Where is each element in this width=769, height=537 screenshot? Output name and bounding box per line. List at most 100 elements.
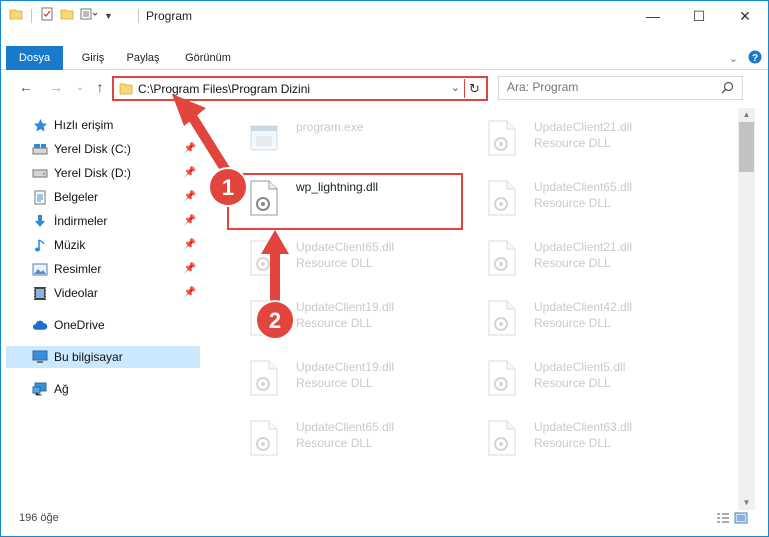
dll-file-icon (486, 180, 518, 216)
file-item[interactable]: UpdateClient65.dll Resource DLL (228, 412, 464, 464)
file-name: UpdateClient42.dll (534, 300, 633, 314)
explorer-window: ▼ Program — ☐ ✕ Dosya Giriş Paylaş Görün… (0, 0, 769, 537)
file-item[interactable]: UpdateClient42.dll Resource DLL (466, 292, 702, 344)
back-arrow-icon[interactable]: ← (17, 78, 35, 96)
file-item[interactable]: UpdateClient5.dll Resource DLL (466, 352, 702, 404)
file-name: UpdateClient65.dll (296, 240, 395, 254)
refresh-button[interactable]: ↻ (464, 79, 484, 98)
file-list: program.exe UpdateClient21.dll Resource DL… (206, 108, 736, 503)
file-item[interactable]: UpdateClient19.dll Resource DLL (228, 292, 464, 344)
sidebar-item-network[interactable]: Ağ (6, 378, 200, 400)
pin-icon[interactable]: 📌 (184, 143, 196, 154)
navigation-bar: ← → ⌄ ↑ C:\Program Files\Program Dizini … (1, 73, 768, 103)
tab-home[interactable]: Giriş (73, 46, 113, 70)
file-type: Resource DLL (534, 196, 611, 210)
expand-ribbon-icon[interactable]: ⌄ (729, 52, 738, 65)
navigation-pane: Hızlı erişim Yerel Disk (C:) 📌 Yerel Dis… (1, 108, 206, 503)
file-name: program.exe (296, 120, 364, 134)
dll-file-icon (248, 300, 280, 336)
sidebar-item-onedrive[interactable]: OneDrive (6, 314, 200, 336)
forward-arrow-icon[interactable]: → (47, 78, 65, 96)
help-icon[interactable]: ? (748, 50, 762, 67)
computer-icon (32, 349, 48, 365)
tab-share[interactable]: Paylaş (121, 46, 165, 70)
minimize-button[interactable]: — (630, 1, 676, 31)
maximize-button[interactable]: ☐ (676, 1, 722, 31)
sidebar-item-label: Yerel Disk (D:) (54, 166, 131, 180)
sidebar-item-label: OneDrive (54, 318, 105, 332)
dll-file-icon (248, 420, 280, 456)
address-path[interactable]: C:\Program Files\Program Dizini (138, 82, 310, 96)
recent-locations-icon[interactable]: ⌄ (71, 78, 89, 96)
properties-icon[interactable] (40, 7, 54, 24)
file-item[interactable]: UpdateClient21.dll Resource DLL (466, 232, 702, 284)
sidebar-item-label: Yerel Disk (C:) (54, 142, 131, 156)
sidebar-item-label: Belgeler (54, 190, 99, 204)
sidebar-item-pictures[interactable]: Resimler 📌 (6, 258, 200, 280)
vertical-scrollbar[interactable]: ▲ ▼ (738, 108, 755, 510)
details-view-icon[interactable] (716, 512, 730, 527)
scroll-thumb[interactable] (739, 122, 754, 172)
file-item[interactable]: UpdateClient65.dll Resource DLL (228, 232, 464, 284)
pin-icon[interactable]: 📌 (184, 287, 196, 298)
customize-icon[interactable] (80, 7, 98, 24)
pictures-icon (32, 261, 48, 277)
pin-icon[interactable]: 📌 (184, 191, 196, 202)
documents-icon (32, 189, 48, 205)
sidebar-item-music[interactable]: Müzik 📌 (6, 234, 200, 256)
large-icons-view-icon[interactable] (734, 512, 748, 527)
file-name: UpdateClient19.dll (296, 360, 395, 374)
search-input[interactable] (507, 80, 707, 94)
drive-icon (32, 165, 48, 181)
sidebar-item-label: Bu bilgisayar (54, 350, 123, 364)
sidebar-item-label: Videolar (54, 286, 98, 300)
dll-file-icon (486, 240, 518, 276)
qat-dropdown-icon[interactable]: ▼ (104, 11, 113, 21)
search-box[interactable] (498, 76, 743, 100)
sidebar-item-label: Resimler (54, 262, 102, 276)
download-icon (32, 213, 48, 229)
close-button[interactable]: ✕ (722, 1, 768, 31)
new-folder-icon[interactable] (60, 7, 74, 24)
svg-text:?: ? (752, 53, 758, 64)
sidebar-item-local-disk-d[interactable]: Yerel Disk (D:) 📌 (6, 162, 200, 184)
star-icon (32, 117, 48, 133)
file-item[interactable]: program.exe (228, 112, 464, 164)
folder-icon (9, 7, 23, 24)
dll-file-icon (486, 300, 518, 336)
file-name: UpdateClient65.dll (296, 420, 395, 434)
tab-file[interactable]: Dosya (6, 46, 63, 70)
file-item[interactable]: UpdateClient19.dll Resource DLL (228, 352, 464, 404)
title-bar: ▼ Program — ☐ ✕ (1, 1, 768, 31)
sidebar-item-documents[interactable]: Belgeler 📌 (6, 186, 200, 208)
sidebar-item-videos[interactable]: Videolar 📌 (6, 282, 200, 304)
dll-file-icon (486, 120, 518, 156)
scroll-up-icon[interactable]: ▲ (738, 108, 755, 122)
pin-icon[interactable]: 📌 (184, 263, 196, 274)
videos-icon (32, 285, 48, 301)
tab-view[interactable]: Görünüm (177, 46, 239, 70)
scroll-down-icon[interactable]: ▼ (738, 496, 755, 510)
search-icon[interactable] (721, 81, 734, 97)
file-item[interactable]: UpdateClient63.dll Resource DLL (466, 412, 702, 464)
file-name: UpdateClient63.dll (534, 420, 633, 434)
sidebar-item-this-pc[interactable]: Bu bilgisayar (6, 346, 200, 368)
folder-icon (119, 82, 133, 98)
chevron-down-icon[interactable]: ⌄ (451, 81, 460, 94)
dll-file-icon (486, 360, 518, 396)
sidebar-item-quick-access[interactable]: Hızlı erişim (6, 114, 200, 136)
pin-icon[interactable]: 📌 (184, 167, 196, 178)
status-bar: 196 öğe (1, 509, 768, 531)
up-arrow-icon[interactable]: ↑ (91, 78, 109, 96)
file-item[interactable]: UpdateClient21.dll Resource DLL (466, 112, 702, 164)
file-name: UpdateClient5.dll (534, 360, 626, 374)
sidebar-item-local-disk-c[interactable]: Yerel Disk (C:) 📌 (6, 138, 200, 160)
pin-icon[interactable]: 📌 (184, 215, 196, 226)
file-item[interactable]: UpdateClient65.dll Resource DLL (466, 172, 702, 224)
address-bar[interactable]: C:\Program Files\Program Dizini ⌄ ↻ (112, 76, 488, 101)
sidebar-item-downloads[interactable]: İndirmeler 📌 (6, 210, 200, 232)
pin-icon[interactable]: 📌 (184, 239, 196, 250)
music-icon (32, 237, 48, 253)
ribbon-tabs: Dosya Giriş Paylaş Görünüm ⌄ ? (1, 46, 768, 70)
dll-file-icon (486, 420, 518, 456)
